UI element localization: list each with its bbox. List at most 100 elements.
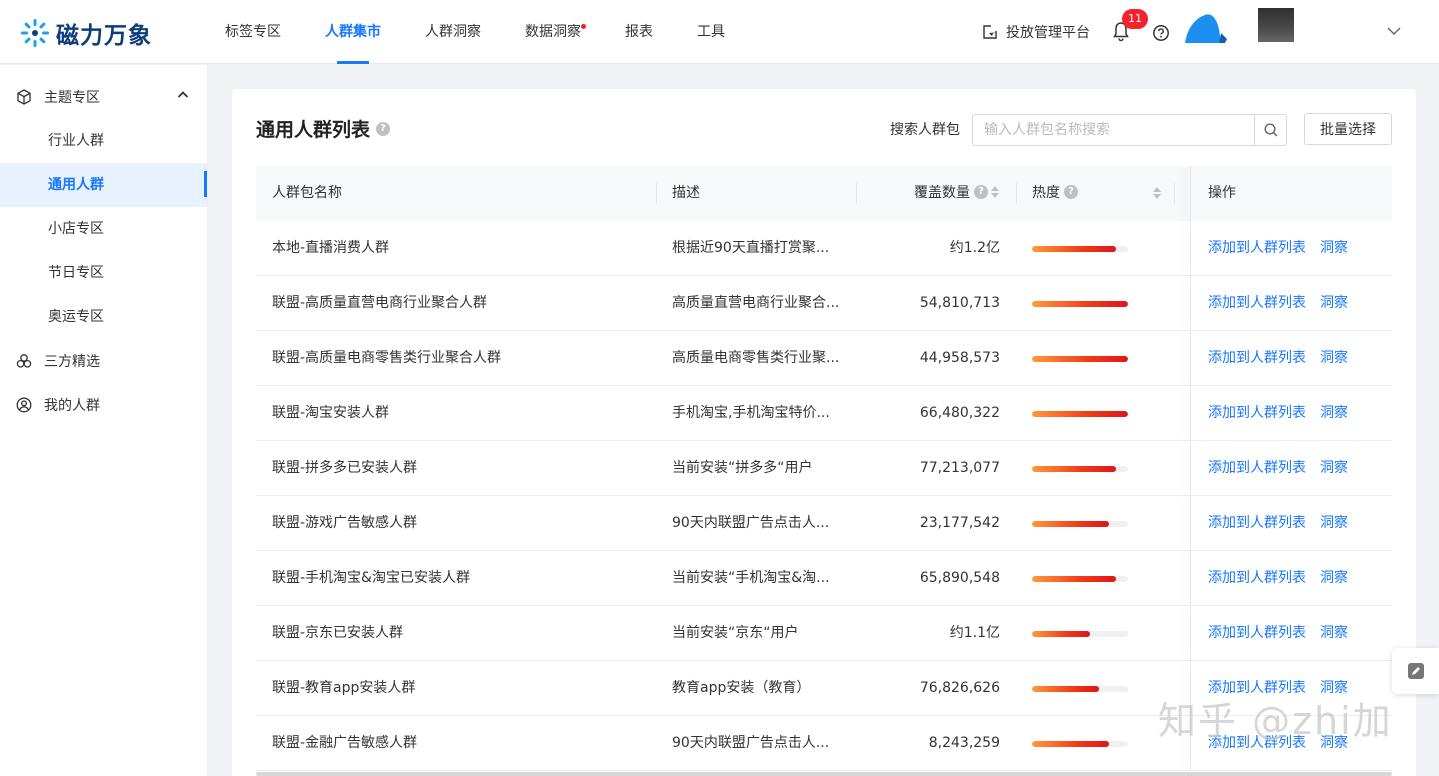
avatar[interactable] — [1185, 13, 1231, 43]
add-to-list-link[interactable]: 添加到人群列表 — [1208, 625, 1306, 641]
edit-float-button[interactable] — [1392, 648, 1439, 694]
nav-audience-market[interactable]: 人群集市 — [325, 0, 381, 64]
app-logo[interactable]: 磁力万象 — [20, 16, 152, 50]
cell-name: 联盟-教育app安装人群 — [272, 680, 416, 696]
heat-bar-fill — [1032, 246, 1117, 252]
cell-name: 联盟-金融广告敏感人群 — [272, 735, 418, 751]
sidebar-item-shop[interactable]: 小店专区 — [0, 207, 207, 251]
column-header-name: 人群包名称 — [272, 166, 342, 221]
logo-text: 磁力万象 — [56, 23, 152, 49]
column-divider — [1016, 183, 1017, 204]
fixed-column-shadow — [1190, 386, 1191, 440]
cell-desc: 90天内联盟广告点击人... — [672, 735, 830, 751]
insight-link[interactable]: 洞察 — [1320, 295, 1348, 311]
nav-label: 标签专区 — [225, 24, 281, 40]
search-icon — [1263, 123, 1277, 137]
cell-desc: 当前安装“手机淘宝&淘... — [672, 570, 830, 586]
fixed-column-shadow — [1190, 276, 1191, 330]
nav-audience-insight[interactable]: 人群洞察 — [425, 0, 481, 64]
add-to-list-link[interactable]: 添加到人群列表 — [1208, 350, 1306, 366]
heat-bar-fill — [1032, 466, 1117, 472]
help-icon[interactable]: ? — [1064, 185, 1078, 199]
table-row[interactable]: 联盟-手机淘宝&淘宝已安装人群 当前安装“手机淘宝&淘... 65,890,548 添… — [256, 551, 1392, 606]
ad-platform-link[interactable]: 投放管理平台 — [982, 0, 1090, 64]
insight-link[interactable]: 洞察 — [1320, 350, 1348, 366]
sort-icon[interactable] — [1153, 187, 1161, 199]
fixed-column-shadow — [1190, 441, 1191, 495]
nav-label: 数据洞察 — [525, 24, 581, 40]
help-icon[interactable]: ? — [974, 185, 988, 199]
chevron-down-icon[interactable] — [1387, 26, 1401, 36]
sidebar-item-label: 小店专区 — [48, 221, 104, 237]
cell-count: 65,890,548 — [919, 570, 1000, 586]
add-to-list-link[interactable]: 添加到人群列表 — [1208, 460, 1306, 476]
cell-count: 约1.1亿 — [949, 625, 1000, 641]
help-icon[interactable]: ? — [376, 121, 391, 136]
insight-link[interactable]: 洞察 — [1320, 515, 1348, 531]
sidebar-item-industry[interactable]: 行业人群 — [0, 119, 207, 163]
table-row[interactable]: 本地-直播消费人群 根据近90天直播打赏聚... 约1.2亿 添加到人群列表 洞察 — [256, 221, 1392, 276]
add-to-list-link[interactable]: 添加到人群列表 — [1208, 240, 1306, 256]
heat-bar-fill — [1032, 576, 1117, 582]
nav-tools[interactable]: 工具 — [697, 0, 725, 64]
sidebar-group-theme[interactable]: 主题专区 — [0, 75, 207, 119]
sidebar-item-olympics[interactable]: 奥运专区 — [0, 295, 207, 339]
top-header: 磁力万象 标签专区 人群集市 人群洞察 数据洞察 报表 工具 投放管理平台 11 — [0, 0, 1439, 64]
cell-count: 44,958,573 — [919, 350, 1000, 366]
nav-data-insight[interactable]: 数据洞察 — [525, 0, 586, 64]
insight-link[interactable]: 洞察 — [1320, 405, 1348, 421]
sidebar-group-my-audience[interactable]: 我的人群 — [0, 383, 207, 427]
table-row[interactable]: 联盟-淘宝安装人群 手机淘宝,手机淘宝特价... 66,480,322 添加到人群列表… — [256, 386, 1392, 441]
heat-bar — [1032, 411, 1128, 417]
insight-link[interactable]: 洞察 — [1320, 460, 1348, 476]
nav-label: 工具 — [697, 24, 725, 40]
add-to-list-link[interactable]: 添加到人群列表 — [1208, 570, 1306, 586]
cell-name: 本地-直播消费人群 — [272, 240, 390, 256]
help-icon[interactable] — [1152, 24, 1170, 42]
search-input[interactable] — [973, 115, 1254, 145]
search-button[interactable] — [1254, 115, 1286, 145]
page-title: 通用人群列表 ? — [256, 115, 391, 142]
sidebar-item-general[interactable]: 通用人群 — [0, 163, 207, 207]
table-row[interactable]: 联盟-高质量直营电商行业聚合人群 高质量直营电商行业聚合... 54,810,713… — [256, 276, 1392, 331]
cell-count: 8,243,259 — [928, 735, 1000, 751]
insight-link[interactable]: 洞察 — [1320, 240, 1348, 256]
table-row[interactable]: 联盟-拼多多已安装人群 当前安装“拼多多“用户 77,213,077 添加到人群列表洞… — [256, 441, 1392, 496]
column-divider — [1174, 183, 1175, 204]
sidebar-item-holiday[interactable]: 节日专区 — [0, 251, 207, 295]
batch-select-button[interactable]: 批量选择 — [1304, 113, 1392, 145]
cell-desc: 当前安装“拼多多“用户 — [672, 460, 813, 476]
table-row[interactable]: 联盟-游戏广告敏感人群 90天内联盟广告点击人... 23,177,542 添加到人群… — [256, 496, 1392, 551]
table-row[interactable]: 联盟-京东已安装人群 当前安装“京东“用户 约1.1亿 添加到人群列表 洞察 — [256, 606, 1392, 661]
heat-bar — [1032, 521, 1128, 527]
sort-icon[interactable] — [991, 186, 999, 198]
sidebar-item-label: 通用人群 — [48, 177, 104, 193]
platform-label: 投放管理平台 — [1006, 25, 1090, 41]
cell-ops: 添加到人群列表 洞察 — [1208, 221, 1362, 275]
sidebar-group-label: 我的人群 — [44, 398, 100, 414]
sidebar-group-third-party[interactable]: 三方精选 — [0, 339, 207, 383]
horizontal-scrollbar[interactable] — [256, 772, 1392, 776]
insight-link[interactable]: 洞察 — [1320, 570, 1348, 586]
column-header-count[interactable]: 覆盖数量? — [914, 166, 999, 221]
new-dot — [581, 24, 586, 29]
nav-tag-zone[interactable]: 标签专区 — [225, 0, 281, 64]
nav-label: 报表 — [625, 24, 653, 40]
sidebar-group-label: 三方精选 — [44, 354, 100, 370]
table-row[interactable]: 联盟-高质量电商零售类行业聚合人群 高质量电商零售类行业聚... 44,958,57… — [256, 331, 1392, 386]
add-to-list-link[interactable]: 添加到人群列表 — [1208, 295, 1306, 311]
nav-reports[interactable]: 报表 — [625, 0, 653, 64]
cell-ops: 添加到人群列表 洞察 — [1208, 551, 1362, 605]
column-header-desc: 描述 — [672, 166, 700, 221]
column-header-heat[interactable]: 热度? — [1032, 166, 1078, 221]
insight-link[interactable]: 洞察 — [1320, 625, 1348, 641]
heat-bar — [1032, 246, 1128, 252]
user-profile-image[interactable] — [1258, 8, 1294, 42]
cell-name: 联盟-京东已安装人群 — [272, 625, 404, 641]
add-to-list-link[interactable]: 添加到人群列表 — [1208, 405, 1306, 421]
notification-badge: 11 — [1122, 9, 1148, 29]
cell-name: 联盟-拼多多已安装人群 — [272, 460, 418, 476]
add-to-list-link[interactable]: 添加到人群列表 — [1208, 515, 1306, 531]
cell-count: 54,810,713 — [919, 295, 1000, 311]
sidebar-item-label: 奥运专区 — [48, 309, 104, 325]
